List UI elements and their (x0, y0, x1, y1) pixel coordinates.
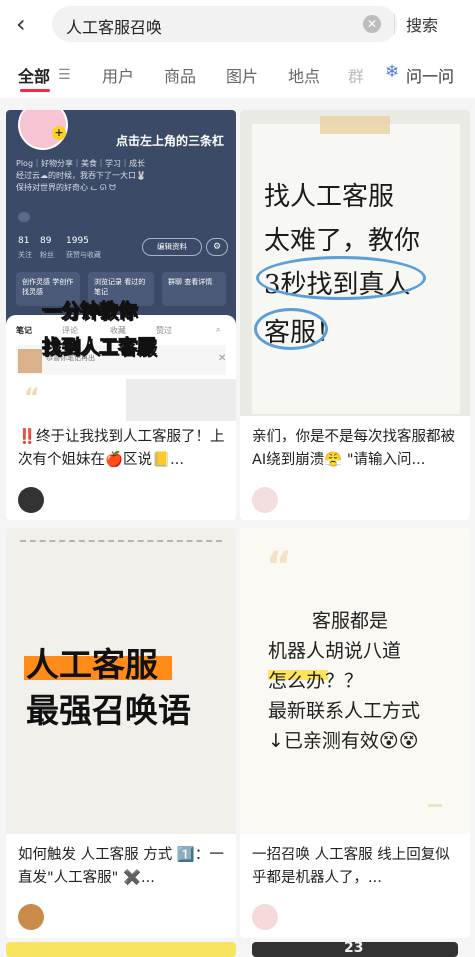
thumbnail-strip (126, 379, 236, 421)
tab-fade (360, 56, 388, 90)
cover-text: 23 (344, 942, 364, 956)
divider (394, 14, 395, 34)
note-title: 一招召唤 人工客服 线上回复似乎都是机器人了，... (252, 847, 450, 886)
note-cover: “ 客服都是 机器人胡说八道 怎么办？？ 最新联系人工方式 ↓已亲测有效😵😵 (240, 528, 470, 834)
decor-dash (428, 804, 442, 807)
stat-value: 81 (18, 236, 30, 246)
note-card[interactable]: “ 客服都是 机器人胡说八道 怎么办？？ 最新联系人工方式 ↓已亲测有效😵😵 一… (240, 528, 470, 938)
dashed-line (20, 540, 222, 542)
ask-icon[interactable]: ❄ (385, 62, 399, 82)
tab-images[interactable]: 图片 (226, 63, 258, 87)
note-card[interactable]: 23 (252, 942, 458, 957)
cover-line: 怎么办？？ (268, 670, 364, 692)
note-card[interactable]: + 点击左上角的三条杠 Plog｜好物分享｜美食｜学习｜成长 经过云☁的时候，我… (6, 110, 236, 520)
note-cover: 找人工客服 太难了，教你 3秒找到真人 客服！ (240, 110, 470, 416)
gear-icon: ⚙ (206, 238, 228, 256)
author-avatar[interactable] (252, 904, 278, 930)
clear-icon[interactable]: ✕ (363, 15, 381, 33)
tab-users[interactable]: 用户 (102, 63, 134, 87)
cover-line: 人工客服 (26, 645, 158, 684)
note-title: 如何触发 人工客服 方式 1️⃣：一直发"人工客服" ✖️... (18, 847, 224, 886)
note-title: 亲们，你是不是每次找客服都被AI绕到崩溃😤 "请输入问... (252, 429, 455, 468)
circle-mark (254, 308, 328, 350)
search-input[interactable]: 人工客服召唤 ✕ (52, 6, 397, 42)
author-avatar[interactable] (252, 487, 278, 513)
sheet-tab: 笔记 (16, 326, 32, 335)
stat-value: 1995 (66, 236, 89, 246)
back-arrow-icon[interactable]: ‹ (16, 10, 26, 38)
note-cover: + 点击左上角的三条杠 Plog｜好物分享｜美食｜学习｜成长 经过云☁的时候，我… (6, 110, 236, 421)
bio-line: Plog｜好物分享｜美食｜学习｜成长 (16, 159, 146, 168)
bio-line: 经过云☁的时候，我吞下了一大口🐰 (16, 171, 146, 180)
note-title: ‼️终于让我找到人工客服了！上次有个姐妹在🍎区说📒... (18, 429, 225, 468)
tab-places[interactable]: 地点 (288, 63, 320, 87)
note-cover: 人工客服 最强召唤语 (6, 528, 236, 834)
circle-mark (256, 256, 426, 300)
plus-icon: + (52, 126, 66, 140)
overlay-title: 一分钟教你 (41, 300, 138, 323)
stat-label: 获赞与收藏 (66, 251, 101, 259)
cover-line: 找人工客服 (264, 182, 395, 212)
quote-icon: “ (24, 383, 40, 411)
tape-decoration (320, 116, 390, 134)
quote-icon: “ (266, 544, 293, 590)
ask-button[interactable]: 问一问 (406, 63, 454, 87)
search-button[interactable]: 搜索 (406, 12, 438, 36)
cover-line: 太难了，教你 (264, 226, 421, 256)
bio-line: 保持对世界的好奇心 ᓚ ᘏ ᗢ (16, 183, 116, 192)
search-query[interactable]: 人工客服召唤 (66, 14, 162, 38)
active-tab-indicator (20, 89, 50, 92)
cover-line: 机器人胡说八道 (268, 640, 402, 662)
filter-tabs: 全部 ☰ 用户 商品 图片 地点 群 ❄ 问一问 (0, 48, 475, 98)
stat-label: 关注 (18, 251, 32, 259)
tab-all[interactable]: 全部 (18, 63, 50, 87)
sheet-tab: 赞过 (156, 326, 172, 335)
overlay-title: 找到人工客服 (41, 336, 157, 359)
gender-badge (18, 212, 30, 222)
stat-value: 89 (40, 236, 52, 246)
stat-label: 粉丝 (40, 251, 54, 259)
search-bar: ‹ 人工客服召唤 ✕ 搜索 (0, 0, 475, 48)
filter-icon[interactable]: ☰ (58, 67, 71, 83)
note-card[interactable] (6, 942, 236, 957)
author-avatar[interactable] (18, 487, 44, 513)
note-card[interactable]: 人工客服 最强召唤语 如何触发 人工客服 方式 1️⃣：一直发"人工客服" ✖️… (6, 528, 236, 938)
hint-text: 点击左上角的三条杠 (116, 134, 225, 148)
cover-line: ↓已亲测有效😵😵 (268, 730, 419, 752)
thumbnail (18, 349, 42, 373)
chip: 群聊 查看详情 (162, 272, 226, 306)
cover-line: 最强召唤语 (26, 691, 191, 730)
profile-sheet: 笔记 评论 收藏 赞过 ⌕ 恭喜你笔记再出 ✕ “ (6, 315, 236, 421)
cover-line: 最新联系人工方式 (268, 700, 421, 722)
author-avatar[interactable] (18, 904, 44, 930)
tab-products[interactable]: 商品 (164, 63, 196, 87)
search-icon: ⌕ (216, 325, 221, 334)
close-icon: ✕ (218, 353, 227, 364)
edit-profile-label: 编辑资料 (142, 238, 202, 256)
cover-line: 客服都是 (312, 610, 389, 632)
note-card[interactable]: 找人工客服 太难了，教你 3秒找到真人 客服！ 亲们，你是不是每次找客服都被AI… (240, 110, 470, 520)
